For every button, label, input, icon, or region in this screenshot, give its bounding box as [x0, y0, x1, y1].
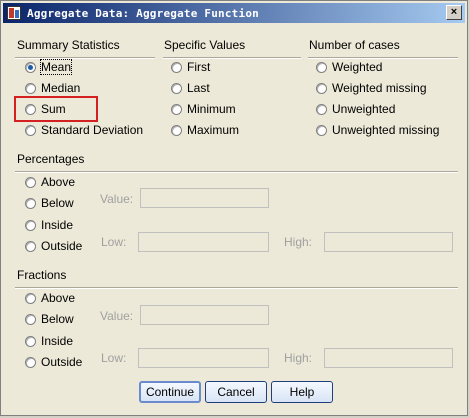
number-of-cases-separator: [308, 57, 458, 59]
dialog-content: Summary Statistics Mean Median Sum Stand…: [3, 25, 465, 413]
radio-pct-below-label: Below: [41, 196, 74, 210]
radio-pct-below-indicator[interactable]: [25, 197, 36, 209]
frac-low-input[interactable]: [138, 348, 269, 368]
radio-pct-above[interactable]: Above: [25, 175, 75, 189]
radio-pct-below[interactable]: Below: [25, 196, 74, 210]
radio-frac-outside-indicator[interactable]: [25, 356, 36, 368]
radio-pct-inside-indicator[interactable]: [25, 219, 36, 231]
radio-frac-outside-label: Outside: [41, 355, 83, 369]
pct-value-label: Value:: [100, 192, 134, 206]
radio-weighted-missing-indicator[interactable]: [316, 82, 327, 94]
radio-weighted-label: Weighted: [332, 60, 383, 74]
continue-button[interactable]: Continue: [139, 381, 201, 403]
radio-median-indicator[interactable]: [25, 82, 36, 94]
number-of-cases-heading: Number of cases: [309, 38, 400, 52]
radio-last-label: Last: [187, 81, 210, 95]
summary-statistics-separator: [15, 57, 155, 59]
frac-value-input[interactable]: [140, 305, 269, 325]
frac-low-label: Low:: [101, 351, 127, 365]
specific-values-heading: Specific Values: [164, 38, 246, 52]
radio-maximum[interactable]: Maximum: [171, 123, 239, 137]
pct-high-label: High:: [284, 235, 313, 249]
radio-maximum-label: Maximum: [187, 123, 240, 137]
radio-frac-above-indicator[interactable]: [25, 292, 36, 304]
sum-highlight-box: [14, 96, 98, 122]
app-icon: [7, 6, 21, 20]
title-bar[interactable]: Aggregate Data: Aggregate Function ×: [3, 3, 465, 23]
frac-value-label: Value:: [100, 309, 134, 323]
fractions-heading: Fractions: [17, 268, 67, 282]
radio-pct-outside[interactable]: Outside: [25, 239, 82, 253]
radio-pct-above-indicator[interactable]: [25, 176, 36, 188]
radio-pct-inside-label: Inside: [41, 218, 74, 232]
frac-high-label: High:: [284, 351, 313, 365]
radio-minimum[interactable]: Minimum: [171, 102, 236, 116]
pct-low-label: Low:: [101, 235, 127, 249]
radio-unweighted-missing[interactable]: Unweighted missing: [316, 123, 439, 137]
pct-high-input[interactable]: [324, 232, 453, 252]
pct-low-input[interactable]: [138, 232, 269, 252]
fractions-separator: [15, 287, 458, 289]
radio-mean[interactable]: Mean: [25, 59, 73, 75]
radio-last-indicator[interactable]: [171, 82, 182, 94]
radio-mean-label: Mean: [39, 59, 73, 75]
radio-frac-inside-indicator[interactable]: [25, 335, 36, 347]
percentages-separator: [15, 171, 458, 173]
radio-unweighted-missing-indicator[interactable]: [316, 124, 327, 136]
radio-weighted-missing[interactable]: Weighted missing: [316, 81, 427, 95]
radio-pct-above-label: Above: [41, 175, 76, 189]
radio-unweighted[interactable]: Unweighted: [316, 102, 395, 116]
radio-frac-above-label: Above: [41, 291, 76, 305]
window-title: Aggregate Data: Aggregate Function: [27, 6, 259, 20]
radio-frac-above[interactable]: Above: [25, 291, 75, 305]
radio-unweighted-indicator[interactable]: [316, 103, 327, 115]
radio-minimum-label: Minimum: [187, 102, 236, 116]
radio-last[interactable]: Last: [171, 81, 210, 95]
radio-median-label: Median: [41, 81, 81, 95]
specific-values-separator: [163, 57, 301, 59]
radio-pct-outside-indicator[interactable]: [25, 240, 36, 252]
radio-frac-below[interactable]: Below: [25, 312, 74, 326]
radio-frac-below-label: Below: [41, 312, 74, 326]
radio-mean-indicator[interactable]: [25, 61, 36, 73]
pct-value-input[interactable]: [140, 188, 269, 208]
radio-frac-below-indicator[interactable]: [25, 313, 36, 325]
radio-standard-deviation[interactable]: Standard Deviation: [25, 123, 143, 137]
radio-first-label: First: [187, 60, 211, 74]
radio-frac-outside[interactable]: Outside: [25, 355, 82, 369]
cancel-button[interactable]: Cancel: [205, 381, 267, 403]
radio-unweighted-missing-label: Unweighted missing: [332, 123, 440, 137]
radio-pct-outside-label: Outside: [41, 239, 83, 253]
frac-high-input[interactable]: [324, 348, 453, 368]
summary-statistics-heading: Summary Statistics: [17, 38, 120, 52]
close-button[interactable]: ×: [446, 5, 462, 20]
radio-first[interactable]: First: [171, 60, 210, 74]
percentages-heading: Percentages: [17, 152, 85, 166]
help-button[interactable]: Help: [271, 381, 333, 403]
radio-weighted-indicator[interactable]: [316, 61, 327, 73]
radio-weighted[interactable]: Weighted: [316, 60, 382, 74]
dialog-window: Aggregate Data: Aggregate Function × Sum…: [0, 0, 468, 416]
radio-weighted-missing-label: Weighted missing: [332, 81, 427, 95]
radio-frac-inside[interactable]: Inside: [25, 334, 73, 348]
radio-first-indicator[interactable]: [171, 61, 182, 73]
radio-unweighted-label: Unweighted: [332, 102, 396, 116]
radio-minimum-indicator[interactable]: [171, 103, 182, 115]
radio-standard-deviation-label: Standard Deviation: [41, 123, 144, 137]
radio-frac-inside-label: Inside: [41, 334, 74, 348]
radio-standard-deviation-indicator[interactable]: [25, 124, 36, 136]
radio-median[interactable]: Median: [25, 81, 80, 95]
radio-pct-inside[interactable]: Inside: [25, 218, 73, 232]
radio-maximum-indicator[interactable]: [171, 124, 182, 136]
